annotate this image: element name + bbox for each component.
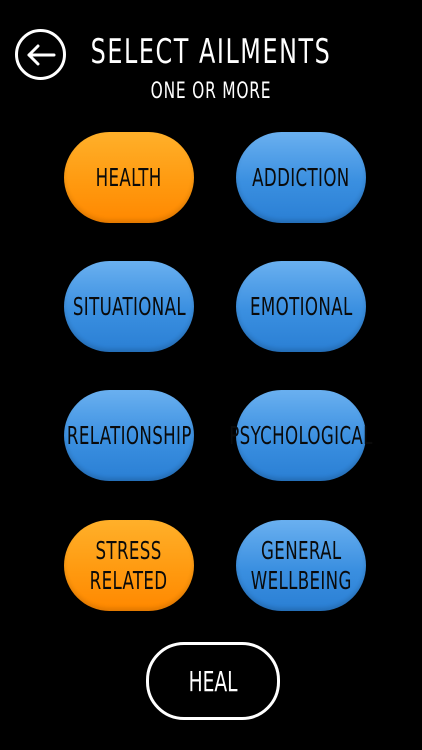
ailment-label: RELATIONSHIP <box>66 420 192 450</box>
ailment-label: EMOTIONAL <box>249 291 353 321</box>
ailment-button-relationship[interactable]: RELATIONSHIP <box>64 390 194 481</box>
heal-button-label: HEAL <box>188 664 238 698</box>
ailment-button-addiction[interactable]: ADDICTION <box>236 132 366 223</box>
ailment-button-emotional[interactable]: EMOTIONAL <box>236 261 366 352</box>
ailment-label: STRESS RELATED <box>90 535 168 595</box>
ailment-label: GENERAL WELLBEING <box>250 535 352 595</box>
ailment-button-general-wellbeing[interactable]: GENERAL WELLBEING <box>236 520 366 611</box>
select-ailments-screen: SELECT AILMENTS ONE OR MORE HEALTH ADDIC… <box>0 0 422 750</box>
ailment-label: ADDICTION <box>252 162 350 192</box>
ailment-label: HEALTH <box>95 162 163 192</box>
ailment-label: PSYCHOLOGICAL <box>229 420 373 450</box>
heal-button[interactable]: HEAL <box>146 642 280 720</box>
ailment-button-situational[interactable]: SITUATIONAL <box>64 261 194 352</box>
page-subtitle: ONE OR MORE <box>150 79 272 104</box>
ailment-label: SITUATIONAL <box>72 291 186 321</box>
ailment-button-psychological[interactable]: PSYCHOLOGICAL <box>229 390 372 481</box>
ailment-button-health[interactable]: HEALTH <box>64 132 194 223</box>
ailment-button-stress-related[interactable]: STRESS RELATED <box>64 520 194 611</box>
page-title: SELECT AILMENTS <box>90 32 332 72</box>
